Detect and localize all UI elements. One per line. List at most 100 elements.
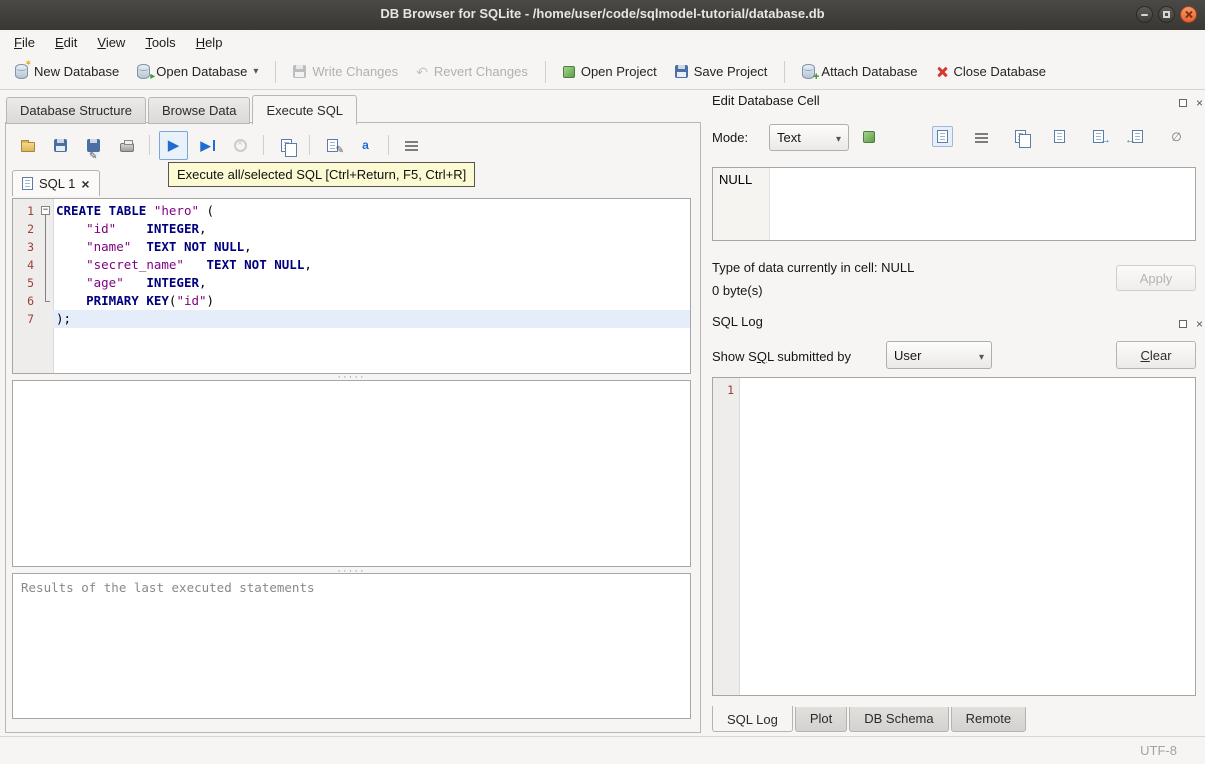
open-sql-file-button[interactable] [14,132,41,159]
float-panel-icon [1178,319,1187,328]
paste-cell-button[interactable] [1049,126,1070,147]
execute-all-button[interactable]: ▶ [159,130,188,160]
tab-remote[interactable]: Remote [950,707,1027,732]
auto-switch-mode-button[interactable] [858,126,879,147]
cell-value: NULL [719,172,753,187]
fold-box-icon [39,202,53,220]
open-database-dropdown-icon[interactable]: ▾ [253,66,258,77]
results-grid[interactable] [12,380,691,567]
log-filter-label: Show SQL submitted by [712,349,851,364]
cell-value-editor[interactable]: NULL [712,167,1196,241]
editor-line[interactable]: 3 "name" TEXT NOT NULL, [13,238,690,256]
revert-changes-button[interactable]: ↶ Revert Changes [407,59,537,84]
editor-line[interactable]: 5 "age" INTEGER, [13,274,690,292]
close-button[interactable] [1180,6,1197,23]
word-wrap-cell-button[interactable] [971,126,992,147]
menu-file[interactable]: File [4,32,45,53]
open-project-label: Open Project [580,64,657,79]
apply-button[interactable]: Apply [1116,265,1196,291]
set-null-button[interactable]: ∅ [1166,126,1187,147]
text-mode-icon [937,130,948,143]
open-database-button[interactable]: Open Database ▾ [128,59,267,84]
main-tab-bar: Database Structure Browse Data Execute SQL [6,95,359,125]
tab-sql-log[interactable]: SQL Log [712,706,793,732]
log-filter-select[interactable]: User [886,341,992,369]
new-database-button[interactable]: New Database [6,59,128,84]
write-changes-button[interactable]: Write Changes [284,59,407,84]
execute-sql-panel: ▶ ▶ a SQL 1 1 CREATE TABLE "hero" (2 "id" I… [5,122,701,733]
log-tab-bar: SQL Log Plot DB Schema Remote [712,706,1028,732]
results-message-pane[interactable]: Results of the last executed statements [12,573,691,719]
new-database-label: New Database [34,64,120,79]
execute-current-line-button[interactable]: ▶ [194,132,221,159]
menu-help[interactable]: Help [186,32,233,53]
copy-cell-button[interactable] [1010,126,1031,148]
find-replace-button[interactable] [319,132,346,159]
close-panel-button[interactable] [1193,317,1205,330]
cell-header-buttons [1176,96,1205,109]
export-cell-button[interactable] [1088,126,1111,147]
paste-cell-icon [1054,130,1065,143]
stop-button[interactable] [227,132,254,159]
save-sql-file-button[interactable] [47,132,74,159]
menu-tools[interactable]: Tools [135,32,185,53]
titlebar[interactable]: DB Browser for SQLite - /home/user/code/… [0,0,1205,31]
execute-all-icon: ▶ [167,136,180,154]
fold-line-icon [39,256,53,274]
log-line-number: 1 [727,383,734,397]
word-wrap-button[interactable] [398,132,425,159]
fold-column [39,310,53,328]
tab-browse-data[interactable]: Browse Data [148,97,251,124]
import-cell-button[interactable] [1125,126,1148,147]
execute-tooltip: Execute all/selected SQL [Ctrl+Return, F… [168,162,476,187]
editor-line[interactable]: 2 "id" INTEGER, [13,220,690,238]
sql-log-view[interactable]: 1 [712,377,1196,696]
word-wrap-cell-icon [975,132,988,143]
auto-complete-button[interactable]: a [352,132,379,159]
execute-current-line-icon: ▶ [201,139,215,152]
close-database-icon [936,66,948,78]
fold-end-icon [39,292,53,310]
status-bar: UTF-8 [0,736,1205,764]
close-panel-button[interactable] [1193,96,1205,109]
tab-db-schema[interactable]: DB Schema [849,707,949,732]
save-project-label: Save Project [693,64,768,79]
text-mode-button[interactable] [932,126,953,147]
tab-database-structure[interactable]: Database Structure [6,97,147,124]
close-tab-icon[interactable] [81,177,89,191]
sql-code-editor[interactable]: 1CREATE TABLE "hero" (2 "id" INTEGER,3 "… [12,198,691,374]
clear-log-button[interactable]: Clear [1116,341,1196,369]
save-sql-file-as-button[interactable] [80,132,107,159]
write-changes-icon [293,65,307,78]
editor-line[interactable]: 6 PRIMARY KEY("id") [13,292,690,310]
menu-view[interactable]: View [87,32,135,53]
tab-plot[interactable]: Plot [794,707,848,732]
float-panel-button[interactable] [1176,317,1189,330]
sql-editor-toolbar: ▶ ▶ a [14,129,431,161]
print-button[interactable] [113,132,140,159]
save-project-button[interactable]: Save Project [666,59,777,84]
minimize-button[interactable] [1136,6,1153,23]
editor-line[interactable]: 7); [13,310,690,328]
menu-edit[interactable]: Edit [45,32,87,53]
sql-log-panel-title: SQL Log [712,314,763,329]
close-window-icon [1184,10,1193,19]
maximize-button[interactable] [1158,6,1175,23]
new-database-icon [15,59,32,79]
main-toolbar: New Database Open Database ▾ Write Changes ↶… [0,54,1205,90]
splitter-handle[interactable] [12,375,691,379]
close-database-button[interactable]: Close Database [927,59,1056,84]
log-header-buttons [1176,317,1205,330]
cell-type-text: Type of data currently in cell: NULL [712,260,915,275]
mode-select[interactable]: Text [769,124,849,151]
attach-database-button[interactable]: Attach Database [793,59,926,84]
tab-sql-1[interactable]: SQL 1 [12,170,100,196]
editor-line[interactable]: 4 "secret_name" TEXT NOT NULL, [13,256,690,274]
open-database-label: Open Database [156,64,248,79]
line-number: 5 [27,276,34,290]
editor-line[interactable]: 1 CREATE TABLE "hero" ( [13,202,690,220]
save-results-button[interactable] [273,132,300,159]
float-panel-button[interactable] [1176,96,1189,109]
open-project-button[interactable]: Open Project [554,59,666,84]
tab-execute-sql[interactable]: Execute SQL [252,95,358,125]
